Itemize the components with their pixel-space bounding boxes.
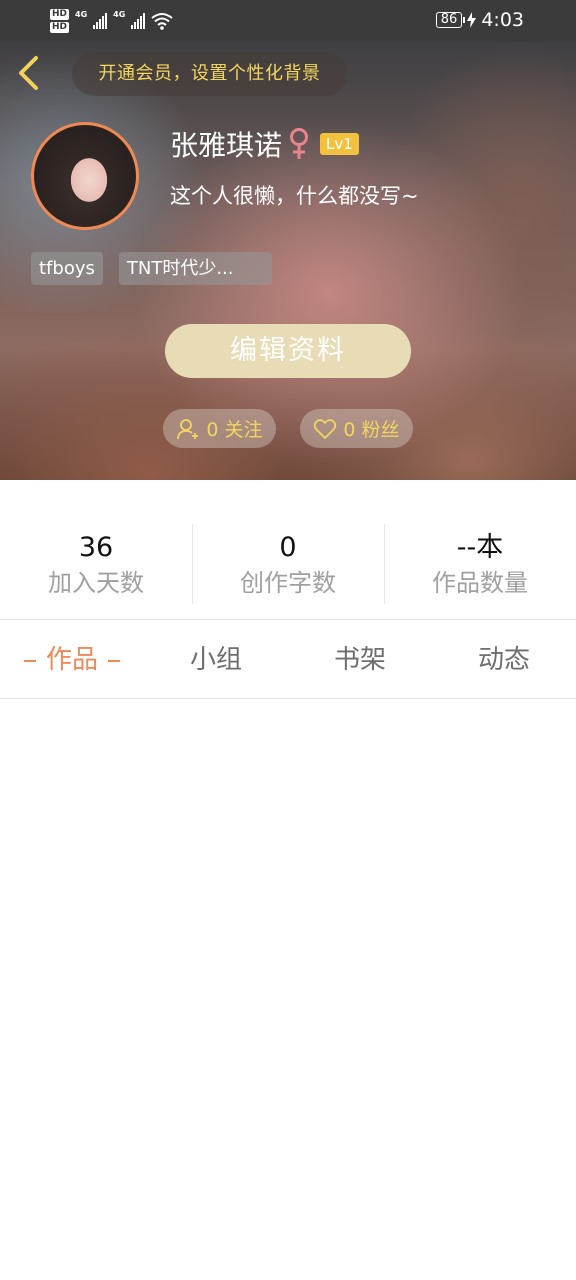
stat-label: 创作字数 xyxy=(240,569,336,597)
username-row: 张雅琪诺 Lv1 xyxy=(170,125,359,163)
add-user-icon xyxy=(177,418,199,439)
network-type-2: 4G xyxy=(113,9,126,19)
following-count: 0 关注 xyxy=(206,419,263,441)
edit-profile-button[interactable]: 编辑资料 xyxy=(165,324,411,378)
wifi-icon xyxy=(151,13,173,30)
hd-badge-1: HD xyxy=(50,9,70,20)
stat-works-count: --本 作品数量 xyxy=(384,480,576,619)
chevron-left-icon[interactable] xyxy=(12,54,46,92)
tab-label: 书架 xyxy=(333,645,386,675)
following-button[interactable]: 0 关注 xyxy=(163,409,276,448)
tab-label: 作品 xyxy=(45,645,98,675)
female-icon xyxy=(290,128,309,159)
network-type-1: 4G xyxy=(75,9,88,19)
stat-days-joined: 36 加入天数 xyxy=(0,480,192,619)
tab-label: 小组 xyxy=(189,645,242,675)
status-right: 86 4:03 xyxy=(435,9,524,31)
hd-badge-2: HD xyxy=(50,22,70,33)
stat-value: 0 xyxy=(279,532,297,563)
fans-count: 0 粉丝 xyxy=(343,419,400,441)
active-tab-indicator xyxy=(108,659,120,662)
tab-bookshelf[interactable]: 书架 xyxy=(288,621,432,698)
stat-label: 加入天数 xyxy=(48,569,144,597)
hd-indicators: HD HD xyxy=(50,9,70,33)
signal-icon xyxy=(131,13,146,29)
vip-background-prompt[interactable]: 开通会员，设置个性化背景 xyxy=(72,52,347,96)
battery-indicator: 86 xyxy=(435,12,465,28)
heart-icon xyxy=(314,418,337,439)
profile-stats: 36 加入天数 0 创作字数 --本 作品数量 xyxy=(0,480,576,620)
user-bio: 这个人很懒，什么都没写~ xyxy=(170,184,419,208)
stat-word-count: 0 创作字数 xyxy=(192,480,384,619)
tag-item[interactable]: TNT时代少... xyxy=(118,252,272,285)
level-badge: Lv1 xyxy=(320,133,359,155)
tab-label: 动态 xyxy=(477,645,530,675)
username: 张雅琪诺 xyxy=(170,129,283,162)
interest-tags: tfboys TNT时代少... xyxy=(31,252,272,285)
status-time: 4:03 xyxy=(481,9,524,31)
stat-label: 作品数量 xyxy=(432,569,528,597)
stat-value: --本 xyxy=(456,532,504,563)
tab-works[interactable]: 作品 xyxy=(0,621,144,698)
fans-button[interactable]: 0 粉丝 xyxy=(300,409,413,448)
stat-value: 36 xyxy=(78,532,114,563)
charging-icon xyxy=(467,12,477,28)
tab-groups[interactable]: 小组 xyxy=(144,621,288,698)
tag-item[interactable]: tfboys xyxy=(31,252,103,285)
status-bar: HD HD 4G 4G 86 4:03 xyxy=(0,0,576,42)
active-tab-indicator xyxy=(23,659,36,662)
profile-header: 开通会员，设置个性化背景 张雅琪诺 Lv1 这个人很懒，什么都没写~ tfboy… xyxy=(0,42,576,480)
status-left: HD HD 4G 4G xyxy=(50,5,173,37)
tab-activity[interactable]: 动态 xyxy=(432,621,576,698)
signal-icon xyxy=(93,13,108,29)
avatar[interactable] xyxy=(31,122,139,230)
profile-tabs: 作品 小组 书架 动态 xyxy=(0,621,576,699)
